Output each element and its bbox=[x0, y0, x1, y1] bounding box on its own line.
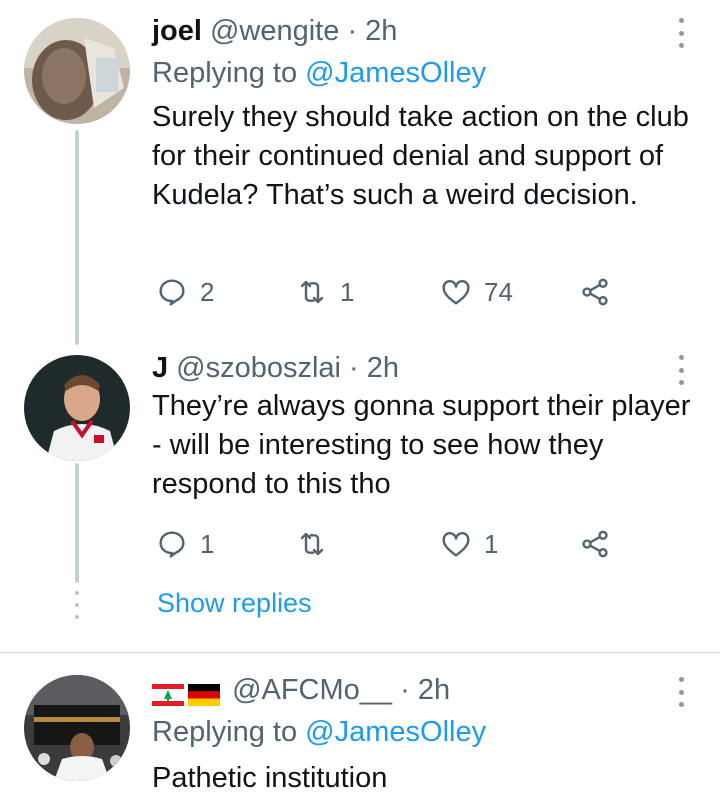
more-options-icon[interactable] bbox=[676, 18, 686, 48]
like-count: 74 bbox=[484, 276, 513, 307]
replying-to-link[interactable]: @JamesOlley bbox=[305, 57, 486, 89]
share-button[interactable] bbox=[579, 275, 611, 309]
tweet-header: J @szoboszlai · 2h bbox=[152, 351, 399, 385]
reply-icon bbox=[159, 531, 185, 558]
share-button[interactable] bbox=[579, 527, 611, 561]
more-options-icon[interactable] bbox=[676, 677, 686, 707]
heart-icon bbox=[442, 280, 470, 305]
like-button[interactable]: 1 bbox=[440, 527, 498, 561]
heart-icon bbox=[442, 532, 470, 557]
thread-continuation-dots bbox=[75, 591, 79, 619]
retweet-button[interactable] bbox=[296, 527, 340, 561]
display-name[interactable]: joel bbox=[152, 15, 202, 47]
tweet-header: joel @wengite · 2h bbox=[152, 14, 397, 48]
tweet-1[interactable]: joel @wengite · 2h Replying to @JamesOlle… bbox=[0, 0, 720, 345]
reply-count: 1 bbox=[200, 528, 215, 559]
thread-line bbox=[75, 130, 79, 345]
tweet-header: @AFCMo__ · 2h bbox=[152, 673, 450, 707]
display-name[interactable]: J bbox=[152, 352, 168, 384]
tweet-text: Surely they should take action on the cl… bbox=[152, 101, 689, 211]
reply-button[interactable]: 1 bbox=[156, 527, 214, 561]
more-options-icon[interactable] bbox=[676, 355, 686, 385]
show-replies-link[interactable]: Show replies bbox=[157, 588, 312, 619]
retweet-button[interactable]: 1 bbox=[296, 275, 354, 309]
timestamp[interactable]: · 2h bbox=[400, 674, 450, 706]
avatar[interactable] bbox=[24, 675, 130, 781]
action-bar: 1 1 bbox=[156, 527, 626, 561]
action-bar: 2 1 74 bbox=[156, 275, 626, 309]
avatar[interactable] bbox=[24, 355, 130, 461]
tweet-3[interactable]: @AFCMo__ · 2h Replying to @JamesOlley Pa… bbox=[0, 653, 720, 806]
like-count: 1 bbox=[484, 528, 499, 559]
reply-button[interactable]: 2 bbox=[156, 275, 214, 309]
tweet-text: They’re always gonna support their playe… bbox=[152, 390, 691, 500]
replying-to: Replying to @JamesOlley bbox=[152, 57, 487, 89]
avatar[interactable] bbox=[24, 18, 130, 124]
share-icon bbox=[582, 530, 608, 558]
lebanon-flag-icon bbox=[152, 680, 184, 707]
thread-line bbox=[75, 463, 79, 583]
retweet-count: 1 bbox=[340, 276, 355, 307]
retweet-icon bbox=[300, 532, 324, 556]
replying-to: Replying to @JamesOlley bbox=[152, 716, 487, 748]
user-handle[interactable]: @wengite bbox=[210, 15, 339, 47]
retweet-icon bbox=[300, 280, 324, 304]
germany-flag-icon bbox=[188, 680, 220, 707]
tweet-text: Pathetic institution bbox=[152, 762, 388, 794]
timestamp[interactable]: · 2h bbox=[349, 352, 399, 384]
replying-to-link[interactable]: @JamesOlley bbox=[305, 716, 486, 748]
like-button[interactable]: 74 bbox=[440, 275, 513, 309]
reply-icon bbox=[159, 279, 185, 306]
tweet-2[interactable]: J @szoboszlai · 2h They’re always gonna s… bbox=[0, 345, 720, 635]
user-handle[interactable]: @AFCMo__ bbox=[232, 674, 392, 706]
reply-count: 2 bbox=[200, 276, 215, 307]
share-icon bbox=[582, 278, 608, 306]
user-handle[interactable]: @szoboszlai bbox=[176, 352, 341, 384]
timestamp[interactable]: · 2h bbox=[347, 15, 397, 47]
